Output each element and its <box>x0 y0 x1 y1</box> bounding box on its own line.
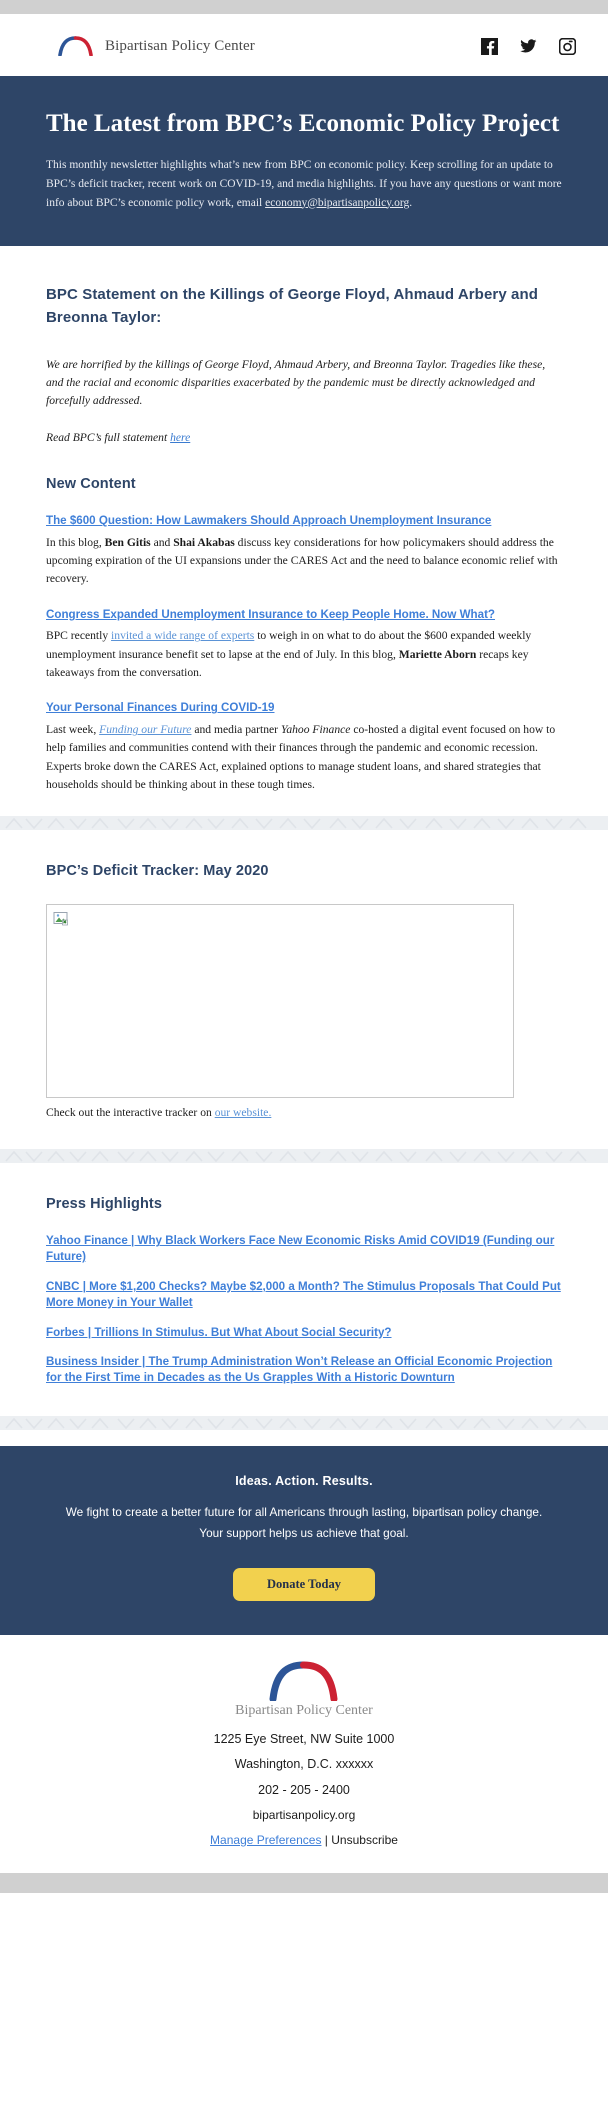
press-link[interactable]: CNBC | More $1,200 Checks? Maybe $2,000 … <box>46 1279 562 1311</box>
email-header: Bipartisan Policy Center <box>0 14 608 76</box>
article-body: In this blog, Ben Gitis and Shai Akabas … <box>46 534 562 589</box>
press-link[interactable]: Forbes | Trillions In Stimulus. But What… <box>46 1325 562 1341</box>
article-link[interactable]: The $600 Question: How Lawmakers Should … <box>46 513 562 529</box>
statement-heading: BPC Statement on the Killings of George … <box>46 286 539 326</box>
text-run: BPC recently <box>46 629 112 643</box>
brand-logo[interactable]: Bipartisan Policy Center <box>58 36 255 56</box>
hero-title: The Latest from BPC’s Economic Policy Pr… <box>46 110 560 137</box>
press-highlights-heading: Press Highlights <box>46 1196 163 1213</box>
text-run: Yahoo Finance <box>280 723 351 737</box>
social-links <box>481 37 576 55</box>
caption-text: Check out the interactive tracker on <box>46 1106 215 1120</box>
statement-section: BPC Statement on the Killings of George … <box>0 246 608 817</box>
donate-button[interactable]: Donate Today <box>233 1567 375 1601</box>
broken-image-icon <box>53 912 68 926</box>
footer-website[interactable]: bipartisanpolicy.org <box>0 1805 608 1826</box>
footer-links: Manage Preferences | Unsubscribe <box>0 1830 608 1851</box>
footer-separator: | <box>321 1832 332 1847</box>
text-run: and media partner <box>191 723 281 737</box>
footer-phone: 202 - 205 - 2400 <box>258 1782 350 1797</box>
text-run: and <box>150 535 174 549</box>
deficit-tracker-caption: Check out the interactive tracker on our… <box>46 1106 562 1119</box>
bpc-arch-logo-icon <box>58 36 93 56</box>
press-link[interactable]: Business Insider | The Trump Administrat… <box>46 1354 562 1386</box>
statement-readmore-link[interactable]: here <box>170 431 190 444</box>
text-run: Ben Gitis <box>104 535 151 549</box>
hero-intro-tail: . <box>409 196 413 209</box>
band-pattern-icon <box>0 816 608 831</box>
decorative-band <box>0 816 608 831</box>
divider-3 <box>0 1415 608 1430</box>
hero-banner: The Latest from BPC’s Economic Policy Pr… <box>0 76 608 247</box>
twitter-icon[interactable] <box>520 38 537 55</box>
article-body: BPC recently invited a wide range of exp… <box>46 627 562 682</box>
instagram-icon[interactable] <box>559 37 576 55</box>
band-pattern-icon <box>0 1149 608 1164</box>
email-footer: Bipartisan Policy Center 1225 Eye Street… <box>0 1634 608 1873</box>
email-body: Bipartisan Policy Center The Latest from… <box>0 0 608 1893</box>
unsubscribe-link[interactable]: Unsubscribe <box>331 1833 398 1847</box>
text-run: Mariette Aborn <box>398 647 477 661</box>
divider-2 <box>0 1149 608 1164</box>
press-link[interactable]: Yahoo Finance | Why Black Workers Face N… <box>46 1233 562 1265</box>
decorative-band <box>0 1149 608 1164</box>
text-run: In this blog, <box>46 535 105 549</box>
top-grey-strip <box>0 0 608 14</box>
inline-link[interactable]: Funding our Future <box>99 723 191 736</box>
press-highlights-section: Press Highlights Yahoo Finance | Why Bla… <box>0 1163 608 1416</box>
hero-email-link[interactable]: economy@bipartisanpolicy.org <box>265 197 409 209</box>
footer-address-line2: Washington, D.C. xxxxxx <box>234 1757 374 1772</box>
article-link[interactable]: Your Personal Finances During COVID-19 <box>46 700 562 716</box>
text-run: Last week, <box>46 723 100 737</box>
brand-name: Bipartisan Policy Center <box>105 37 255 54</box>
cta-tagline: Ideas. Action. Results. <box>235 1473 373 1488</box>
new-content-heading: New Content <box>46 475 136 492</box>
facebook-icon[interactable] <box>481 37 498 55</box>
hero-intro: This monthly newsletter highlights what’… <box>46 156 566 212</box>
manage-preferences-link[interactable]: Manage Preferences <box>210 1833 321 1847</box>
bpc-arch-logo-icon <box>269 1661 338 1701</box>
article-body: Last week, Funding our Future and media … <box>46 721 562 794</box>
deficit-tracker-heading: BPC’s Deficit Tracker: May 2020 <box>46 863 269 880</box>
deficit-tracker-image[interactable] <box>46 904 514 1099</box>
article-link[interactable]: Congress Expanded Unemployment Insurance… <box>46 607 562 623</box>
statement-readmore-text: Read BPC’s full statement <box>46 430 171 444</box>
statement-readmore: Read BPC’s full statement here <box>46 429 562 447</box>
footer-brand-name: Bipartisan Policy Center <box>235 1702 373 1718</box>
cta-section: Ideas. Action. Results. We fight to crea… <box>0 1445 608 1635</box>
decorative-band <box>0 1415 608 1430</box>
divider-1 <box>0 816 608 831</box>
inline-link[interactable]: invited a wide range of experts <box>111 629 254 642</box>
text-run: Shai Akabas <box>173 535 235 549</box>
band-pattern-icon <box>0 1415 608 1430</box>
deficit-tracker-website-link[interactable]: our website. <box>215 1106 272 1119</box>
bottom-grey-strip <box>0 1872 608 1893</box>
footer-address-line1: 1225 Eye Street, NW Suite 1000 <box>213 1731 395 1746</box>
cta-blurb: We fight to create a better future for a… <box>65 1504 543 1540</box>
statement-body: We are horrified by the killings of Geor… <box>46 357 546 408</box>
deficit-tracker-section: BPC’s Deficit Tracker: May 2020 Check ou… <box>0 830 608 1150</box>
new-content-list: The $600 Question: How Lawmakers Should … <box>46 513 562 794</box>
